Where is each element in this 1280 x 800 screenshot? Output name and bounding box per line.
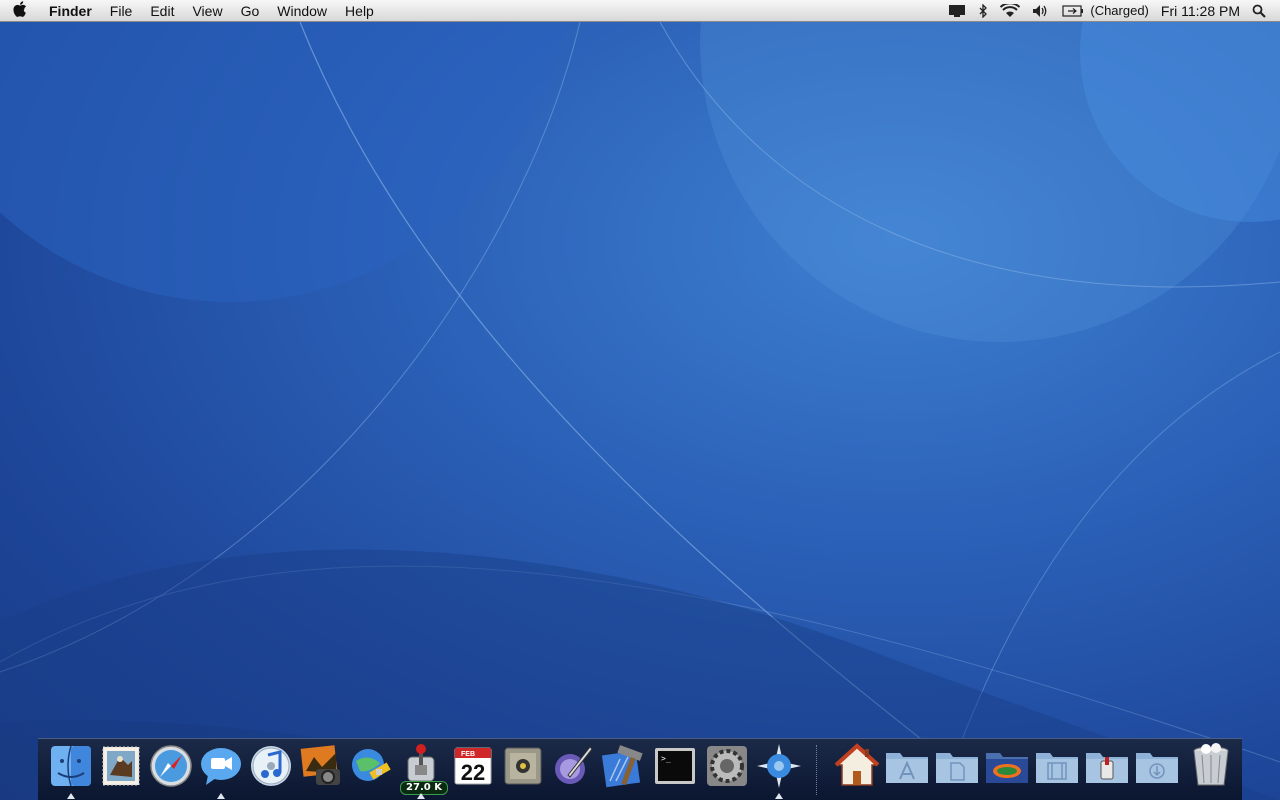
wifi-menu-extra[interactable] — [994, 0, 1026, 22]
menu-window[interactable]: Window — [268, 0, 336, 22]
trash-icon — [1193, 743, 1229, 786]
dock-app-system-preferences[interactable] — [704, 743, 750, 789]
xcode-hammer-icon — [601, 745, 643, 788]
dock-stack-gators[interactable] — [984, 743, 1030, 789]
dock-app-network-utility[interactable] — [348, 743, 394, 789]
desktop-wallpaper — [0, 22, 1280, 800]
battery-status-text: (Charged) — [1090, 3, 1149, 18]
menu-clock[interactable]: Fri 11:28 PM — [1155, 0, 1246, 22]
menu-file[interactable]: File — [101, 0, 142, 22]
dock-app-mail[interactable] — [98, 743, 144, 789]
volume-menu-extra[interactable] — [1026, 0, 1056, 22]
home-icon — [834, 743, 880, 786]
applications-folder-icon — [886, 753, 928, 783]
menu-view[interactable]: View — [183, 0, 231, 22]
menu-bar-status-area: (Charged) Fri 11:28 PM — [942, 0, 1280, 22]
terminal-prompt: >_ — [661, 754, 671, 763]
dock-app-vault[interactable] — [500, 743, 546, 789]
dock-app-iphoto[interactable] — [298, 743, 344, 789]
calendar-month: FEB — [461, 751, 475, 758]
gator-folder-icon — [986, 753, 1028, 783]
camino-compass-icon — [757, 744, 801, 788]
volume-icon — [1033, 4, 1047, 17]
dock-app-safari[interactable] — [148, 743, 194, 789]
menu-edit[interactable]: Edit — [141, 0, 183, 22]
dock-separator — [816, 745, 818, 795]
menu-bar-left: Finder File Edit View Go Window Help — [0, 0, 383, 22]
mail-stamp-icon — [102, 746, 140, 786]
finder-icon — [51, 745, 91, 787]
dock-stack-utilities[interactable] — [1084, 743, 1130, 789]
ichat-icon — [201, 748, 241, 785]
battery-icon — [1062, 4, 1084, 17]
globe-satellite-icon — [352, 749, 391, 781]
terminal-icon: >_ — [655, 748, 695, 784]
menu-app-finder[interactable]: Finder — [40, 0, 101, 22]
dock-stack-downloads[interactable] — [1134, 743, 1180, 789]
battery-menu-extra[interactable]: (Charged) — [1056, 0, 1155, 22]
bluetooth-menu-extra[interactable] — [972, 0, 994, 22]
dock-stack-documents[interactable] — [934, 743, 980, 789]
dock-app-camino[interactable] — [756, 743, 802, 799]
dock-app-ichat[interactable] — [198, 743, 244, 799]
menu-help[interactable]: Help — [336, 0, 383, 22]
calendar-icon: FEB 22 — [454, 747, 492, 785]
dock-app-terminal[interactable]: >_ — [652, 743, 698, 789]
dock-stack-home[interactable] — [834, 743, 880, 789]
quill-pen-icon — [555, 746, 593, 784]
iphoto-icon — [300, 745, 340, 785]
dock: 27.0 K FEB 22 >_ — [38, 738, 1242, 800]
display-menu-extra[interactable] — [942, 0, 972, 22]
display-icon — [949, 4, 966, 17]
running-indicator — [67, 793, 75, 799]
dock-app-transmission[interactable]: 27.0 K — [398, 743, 448, 799]
dock-app-ical[interactable]: FEB 22 — [450, 743, 496, 789]
running-indicator — [417, 793, 425, 799]
downloads-folder-icon — [1136, 753, 1178, 783]
calendar-day: 22 — [461, 760, 485, 785]
menu-go[interactable]: Go — [232, 0, 269, 22]
dock-stack-applications[interactable] — [884, 743, 930, 789]
itunes-icon — [251, 746, 291, 786]
system-preferences-gear-icon — [707, 746, 747, 786]
dock-app-itunes[interactable] — [248, 743, 294, 789]
menu-bar: Finder File Edit View Go Window Help (Ch… — [0, 0, 1280, 22]
vault-icon — [504, 747, 542, 785]
dock-trash[interactable] — [1188, 743, 1234, 789]
utilities-folder-icon — [1086, 753, 1128, 783]
spotlight-icon — [1252, 4, 1266, 18]
clock-text: Fri 11:28 PM — [1160, 2, 1240, 19]
dock-app-finder[interactable] — [48, 743, 94, 799]
dock-app-xcode[interactable] — [600, 743, 646, 789]
documents-folder-icon — [936, 753, 978, 783]
running-indicator — [217, 793, 225, 799]
bluetooth-icon — [979, 3, 988, 18]
safari-compass-icon — [150, 745, 192, 787]
dock-stack-movies[interactable] — [1034, 743, 1080, 789]
apple-logo-icon — [13, 0, 26, 17]
spotlight-button[interactable] — [1246, 0, 1272, 22]
wifi-icon — [1000, 3, 1021, 17]
apple-menu-button[interactable] — [0, 0, 40, 21]
dock-app-quill[interactable] — [550, 743, 596, 789]
running-indicator — [775, 793, 783, 799]
movies-folder-icon — [1036, 753, 1078, 783]
